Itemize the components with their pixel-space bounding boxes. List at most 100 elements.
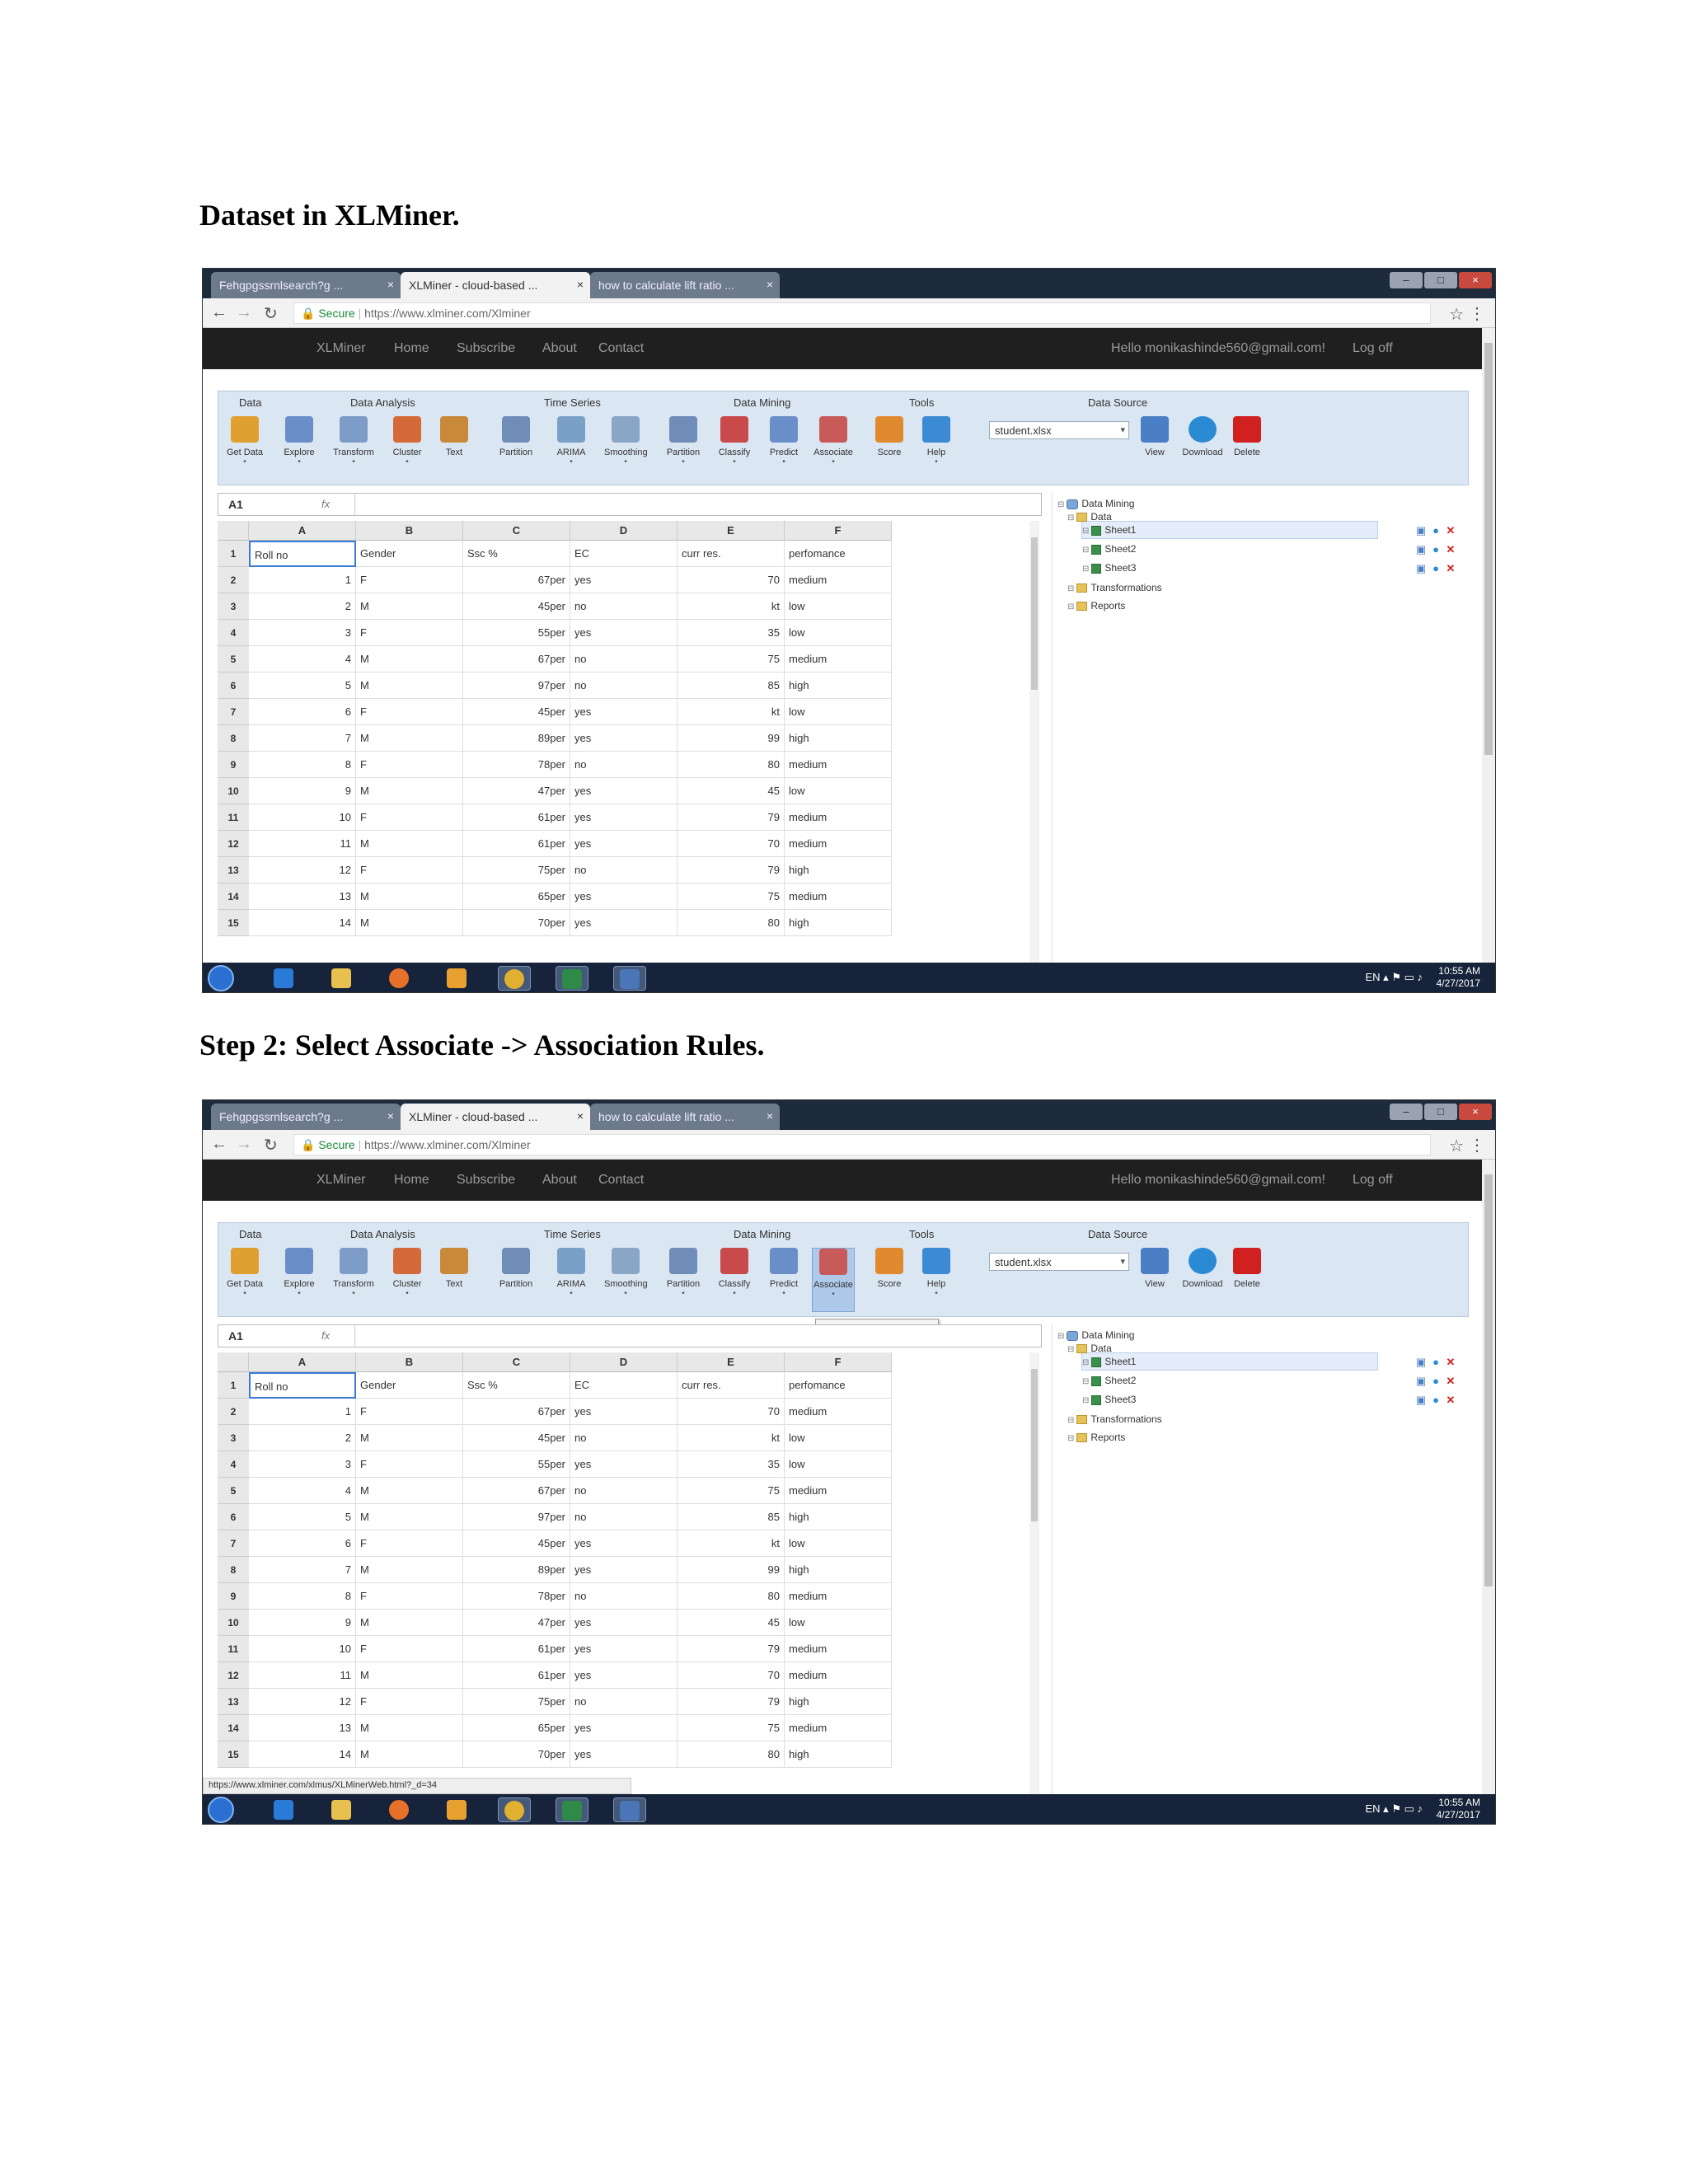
download-icon[interactable]: ●	[1430, 1357, 1442, 1368]
table-cell[interactable]: F	[356, 1636, 463, 1662]
maximize-button[interactable]: □	[1424, 1104, 1457, 1120]
column-header[interactable]: D	[570, 1352, 678, 1372]
collapse-icon[interactable]: ⊟	[1082, 565, 1089, 574]
table-cell[interactable]: 9	[249, 778, 356, 804]
close-tab-icon[interactable]: ×	[577, 1109, 584, 1122]
table-cell[interactable]: F	[356, 620, 463, 646]
delete-icon[interactable]: ✕	[1445, 525, 1456, 537]
table-cell[interactable]: 45per	[463, 1530, 570, 1557]
table-cell[interactable]: Roll no	[249, 541, 356, 567]
view-button[interactable]: View	[1133, 1248, 1176, 1312]
table-cell[interactable]: 47per	[463, 778, 570, 804]
table-cell[interactable]: F	[356, 1399, 463, 1425]
table-cell[interactable]: 35	[678, 1451, 785, 1478]
row-number[interactable]: 8	[218, 1557, 249, 1583]
row-number[interactable]: 6	[218, 673, 249, 699]
tree-node-transformations[interactable]: ⊟ Transformations	[1067, 1413, 1162, 1425]
ribbon-button[interactable]: Get Data •	[223, 416, 266, 480]
scrollbar-thumb[interactable]	[1484, 1174, 1493, 1586]
reload-icon[interactable]: ↻	[264, 303, 278, 324]
delete-icon[interactable]: ✕	[1445, 1376, 1456, 1387]
column-header[interactable]: C	[463, 521, 570, 541]
row-number[interactable]: 4	[218, 620, 249, 646]
taskbar-app[interactable]	[267, 966, 300, 991]
sheet-scrollbar[interactable]	[1029, 1352, 1039, 1819]
row-number[interactable]: 3	[218, 1425, 249, 1451]
table-cell[interactable]: M	[356, 831, 463, 857]
table-cell[interactable]: M	[356, 883, 463, 910]
table-cell[interactable]: 12	[249, 1689, 356, 1715]
table-cell[interactable]: F	[356, 804, 463, 831]
tree-node-reports[interactable]: ⊟ Reports	[1067, 600, 1125, 612]
table-cell[interactable]: 8	[249, 1583, 356, 1610]
close-button[interactable]: ×	[1459, 1104, 1492, 1120]
taskbar-app[interactable]	[440, 1797, 473, 1822]
nav-link[interactable]: Contact	[598, 341, 644, 356]
table-cell[interactable]: 67per	[463, 567, 570, 593]
table-cell[interactable]: high	[785, 1689, 892, 1715]
table-cell[interactable]: kt	[678, 593, 785, 620]
collapse-icon[interactable]: ⊟	[1082, 1396, 1089, 1405]
tree-node-sheet[interactable]: ⊟ Sheet3	[1082, 1394, 1136, 1405]
ribbon-button[interactable]: Partition	[495, 1248, 537, 1312]
table-cell[interactable]: low	[785, 1610, 892, 1636]
table-cell[interactable]: 61per	[463, 831, 570, 857]
table-cell[interactable]: 75per	[463, 857, 570, 883]
column-header[interactable]: E	[678, 1352, 785, 1372]
table-cell[interactable]: 7	[249, 725, 356, 752]
table-cell[interactable]: 45per	[463, 1425, 570, 1451]
delete-icon[interactable]: ✕	[1445, 544, 1456, 555]
table-cell[interactable]: yes	[570, 567, 678, 593]
nav-link[interactable]: About	[542, 341, 577, 356]
tree-node-sheet[interactable]: ⊟ Sheet3	[1082, 562, 1136, 574]
taskbar-app[interactable]	[382, 1797, 415, 1822]
network-icon[interactable]: ▭	[1404, 971, 1418, 983]
arrow-right-icon[interactable]: →	[236, 1135, 252, 1154]
collapse-icon[interactable]: ⊟	[1057, 1332, 1064, 1341]
table-cell[interactable]: 10	[249, 1636, 356, 1662]
table-cell[interactable]: no	[570, 646, 678, 673]
table-cell[interactable]: M	[356, 910, 463, 936]
table-cell[interactable]: M	[356, 1662, 463, 1689]
view-icon[interactable]: ▣	[1415, 544, 1427, 555]
table-cell[interactable]: 80	[678, 752, 785, 778]
data-source-select[interactable]: student.xlsx ▾	[989, 421, 1129, 439]
table-cell[interactable]: M	[356, 593, 463, 620]
row-number[interactable]: 15	[218, 1741, 249, 1768]
download-button[interactable]: Download	[1181, 416, 1224, 480]
collapse-icon[interactable]: ⊟	[1082, 546, 1089, 555]
table-cell[interactable]: 11	[249, 831, 356, 857]
ribbon-button[interactable]: Smoothing •	[604, 416, 648, 480]
row-number[interactable]: 1	[218, 1372, 249, 1399]
table-cell[interactable]: 65per	[463, 883, 570, 910]
table-cell[interactable]: medium	[785, 567, 892, 593]
taskbar-app[interactable]	[440, 966, 473, 991]
table-cell[interactable]: high	[785, 673, 892, 699]
table-cell[interactable]: 10	[249, 804, 356, 831]
table-cell[interactable]: low	[785, 778, 892, 804]
ribbon-button[interactable]: Partition •	[662, 1248, 705, 1312]
table-cell[interactable]: F	[356, 699, 463, 725]
table-cell[interactable]: no	[570, 1689, 678, 1715]
taskbar-app[interactable]	[498, 966, 531, 991]
row-number[interactable]: 5	[218, 1478, 249, 1504]
table-cell[interactable]: no	[570, 593, 678, 620]
table-cell[interactable]: 61per	[463, 1662, 570, 1689]
ribbon-button[interactable]: Explore •	[278, 1248, 321, 1312]
table-cell[interactable]: 8	[249, 752, 356, 778]
table-cell[interactable]: M	[356, 1741, 463, 1768]
table-cell[interactable]: 70	[678, 1399, 785, 1425]
taskbar-app[interactable]	[613, 1797, 646, 1822]
table-cell[interactable]: medium	[785, 883, 892, 910]
table-cell[interactable]: EC	[570, 1372, 678, 1399]
table-cell[interactable]: 4	[249, 646, 356, 673]
minimize-button[interactable]: –	[1390, 1104, 1423, 1120]
expand-icon[interactable]: ⊟	[1067, 1434, 1074, 1443]
column-header[interactable]: E	[678, 521, 785, 541]
table-cell[interactable]: F	[356, 1451, 463, 1478]
table-cell[interactable]: low	[785, 1530, 892, 1557]
row-number[interactable]: 13	[218, 1689, 249, 1715]
ribbon-button[interactable]: Classify •	[713, 1248, 756, 1312]
table-cell[interactable]: medium	[785, 646, 892, 673]
table-cell[interactable]: 80	[678, 1741, 785, 1768]
